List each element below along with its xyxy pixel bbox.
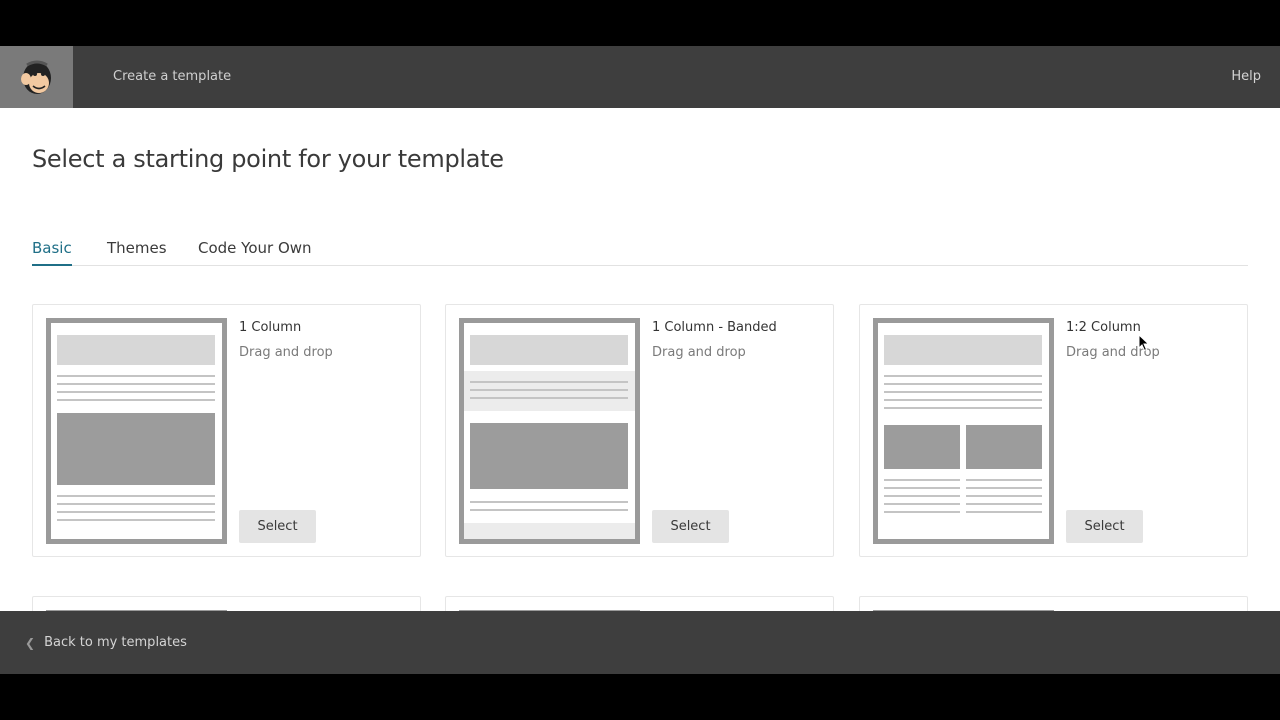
app-window: Create a template Help Select a starting…: [0, 46, 1280, 674]
tab-basic[interactable]: Basic: [32, 239, 72, 266]
template-title: 1:2 Column: [1066, 320, 1141, 335]
template-card-1-column-banded[interactable]: 1 Column - Banded Drag and drop Select: [445, 304, 834, 557]
template-subtitle: Drag and drop: [239, 345, 333, 360]
template-tabs: Basic Themes Code Your Own: [32, 238, 1248, 266]
app-title: Create a template: [113, 69, 232, 84]
template-preview-1-column-banded: [459, 318, 640, 544]
template-preview-1-column: [46, 318, 227, 544]
chevron-left-icon: ❮: [25, 635, 36, 650]
monkey-logo-icon: [20, 60, 51, 94]
template-card-1-column[interactable]: 1 Column Drag and drop Select: [32, 304, 421, 557]
select-button-1-column[interactable]: Select: [239, 510, 316, 543]
top-bar: Create a template Help: [0, 46, 1280, 108]
help-link[interactable]: Help: [1231, 69, 1261, 84]
logo-button[interactable]: [0, 46, 73, 108]
template-title: 1 Column - Banded: [652, 320, 777, 335]
select-button-1-column-banded[interactable]: Select: [652, 510, 729, 543]
footer-bar: ❮ Back to my templates: [0, 611, 1280, 674]
mouse-cursor-icon: [1138, 334, 1150, 352]
template-card-1-2-column[interactable]: 1:2 Column Drag and drop Select: [859, 304, 1248, 557]
back-to-templates-link[interactable]: ❮ Back to my templates: [25, 635, 187, 650]
tab-code-your-own[interactable]: Code Your Own: [198, 239, 312, 266]
back-label: Back to my templates: [44, 635, 187, 650]
select-button-1-2-column[interactable]: Select: [1066, 510, 1143, 543]
template-title: 1 Column: [239, 320, 302, 335]
template-subtitle: Drag and drop: [652, 345, 746, 360]
page-title: Select a starting point for your templat…: [32, 145, 504, 173]
tab-themes[interactable]: Themes: [107, 239, 167, 266]
template-preview-1-2-column: [873, 318, 1054, 544]
